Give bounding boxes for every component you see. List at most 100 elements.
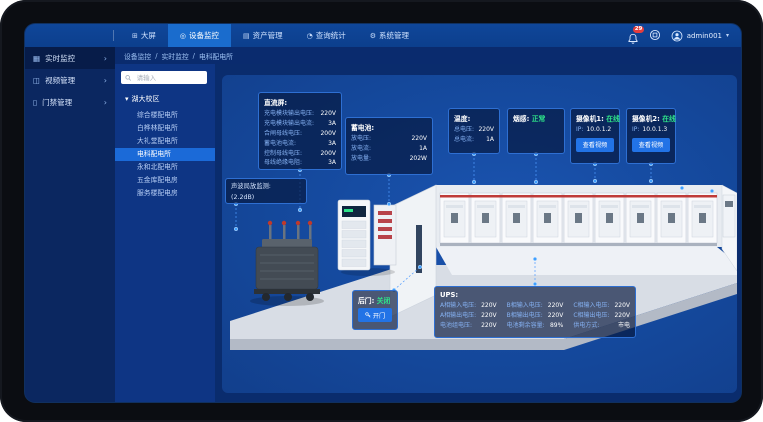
panel-title: 烟感: 正常 bbox=[513, 113, 559, 123]
sidebar-item-access-control[interactable]: ▯ 门禁管理 › bbox=[25, 91, 115, 113]
nav-tab-bigscreen[interactable]: ⊞ 大屏 bbox=[120, 24, 168, 47]
metric-value: 220V bbox=[481, 311, 497, 321]
metric-value: 202W bbox=[410, 154, 427, 164]
fullscreen-button[interactable] bbox=[649, 26, 661, 45]
nav-tab-label: 设备监控 bbox=[189, 30, 219, 41]
ups-column-b: B相输入电压:220V B相输出电压:220V 电池剩余容量:89% bbox=[507, 301, 564, 331]
nav-tab-label: 系统管理 bbox=[379, 30, 409, 41]
tree-item[interactable]: 服务楼配电房 bbox=[115, 187, 215, 200]
ip-value: 10.0.1.3 bbox=[642, 125, 667, 135]
sidebar-item-realtime-monitoring[interactable]: ▦ 实时监控 › bbox=[25, 47, 115, 69]
metric-label: 放电量: bbox=[351, 154, 371, 164]
metric-row: 充电模块输出电压:220V bbox=[264, 109, 336, 119]
metric-row: 放电流:1A bbox=[351, 144, 427, 154]
view-video-button[interactable]: 查看视频 bbox=[576, 138, 614, 152]
metric-row: 电池组电压:220V bbox=[440, 321, 497, 331]
metric-value: 200V bbox=[320, 129, 336, 139]
metric-label: 供电方式: bbox=[573, 321, 599, 331]
tree-item[interactable]: 五金库配电房 bbox=[115, 174, 215, 187]
door-label: 后门: bbox=[358, 297, 374, 305]
panel-title: UPS: bbox=[440, 291, 630, 299]
key-icon bbox=[365, 312, 371, 318]
monitor-icon: ◎ bbox=[180, 32, 186, 40]
user-menu[interactable]: admin001 ▾ bbox=[671, 30, 729, 42]
metric-row: 充电模块输出电流:3A bbox=[264, 119, 336, 129]
tree-root-campus[interactable]: ▾ 湖大校区 bbox=[115, 90, 215, 109]
breadcrumb-item[interactable]: 实时监控 bbox=[161, 51, 188, 61]
metric-label: B相输入电压: bbox=[507, 301, 543, 311]
nav-tab-system-management[interactable]: ⚙ 系统管理 bbox=[358, 24, 421, 47]
metric-row: 总电流:1A bbox=[454, 135, 494, 145]
metric-value: 220V bbox=[548, 311, 564, 321]
topbar-divider bbox=[113, 30, 114, 41]
metric-row: 放电压:220V bbox=[351, 134, 427, 144]
breadcrumb-separator: / bbox=[155, 52, 157, 60]
chevron-right-icon: › bbox=[104, 54, 107, 63]
tree-item[interactable]: 综合楼配电所 bbox=[115, 109, 215, 122]
camera1-panel: 摄像机1: 在线 IP: 10.0.1.2 查看视频 bbox=[570, 108, 620, 164]
realtime-monitor-icon: ▦ bbox=[33, 54, 40, 63]
user-name: admin001 bbox=[687, 32, 722, 40]
station-tree: ▾ 湖大校区 综合楼配电所 白桦林配电所 大礼堂配电所 电科配电所 永和北配电所… bbox=[115, 90, 215, 200]
bigscreen-icon: ⊞ bbox=[132, 32, 138, 40]
video-icon: ◫ bbox=[33, 76, 40, 85]
ups-column-c: C相输入电压:220V C相输出电压:220V 供电方式:市电 bbox=[573, 301, 630, 331]
metric-label: 电池剩余容量: bbox=[507, 321, 545, 331]
metric-value: 3A bbox=[328, 139, 336, 149]
search-input[interactable] bbox=[135, 73, 203, 83]
metric-label: 充电模块输出电压: bbox=[264, 109, 314, 119]
metric-value: 220V bbox=[481, 301, 497, 311]
smoke-sensor-panel: 烟感: 正常 bbox=[507, 108, 565, 154]
tree-item[interactable]: 大礼堂配电所 bbox=[115, 135, 215, 148]
panel-title: 摄像机2: 在线 bbox=[632, 113, 670, 123]
metric-row: 控制母线电压:200V bbox=[264, 149, 336, 159]
tree-search-box bbox=[121, 71, 207, 84]
topbar-actions: 29 admin001 ▾ bbox=[627, 24, 729, 47]
metric-row: B相输入电压:220V bbox=[507, 301, 564, 311]
tree-item[interactable]: 永和北配电所 bbox=[115, 161, 215, 174]
panel-title: 温度: bbox=[454, 113, 494, 123]
metric-label: 总电压: bbox=[454, 125, 474, 135]
sidebar-item-label: 视频管理 bbox=[45, 75, 75, 86]
tree-item[interactable]: 白桦林配电所 bbox=[115, 122, 215, 135]
door-panel: 后门: 关闭 开门 bbox=[352, 290, 398, 330]
metric-row: 合闸母线电压:200V bbox=[264, 129, 336, 139]
breadcrumb-item[interactable]: 设备监控 bbox=[124, 51, 151, 61]
metric-label: 放电流: bbox=[351, 144, 371, 154]
tree-item-selected[interactable]: 电科配电所 bbox=[115, 148, 215, 161]
metric-label: A相输出电压: bbox=[440, 311, 476, 321]
panel-title: 后门: 关闭 bbox=[358, 295, 392, 305]
ups-grid: A相输入电压:220V A相输出电压:220V 电池组电压:220V B相输入电… bbox=[440, 301, 630, 331]
nav-tab-label: 查询统计 bbox=[316, 30, 346, 41]
chevron-right-icon: › bbox=[104, 98, 107, 107]
fullscreen-icon bbox=[649, 29, 661, 41]
nav-tab-asset-management[interactable]: ▤ 资产管理 bbox=[231, 24, 295, 47]
sidebar-item-label: 实时监控 bbox=[45, 53, 75, 64]
open-door-button[interactable]: 开门 bbox=[358, 308, 392, 322]
metric-value: 市电 bbox=[618, 321, 630, 331]
dc-screen-panel: 直流屏: 充电模块输出电压:220V 充电模块输出电流:3A 合闸母线电压:20… bbox=[258, 92, 342, 170]
bell-icon bbox=[627, 33, 639, 45]
metric-value: 200V bbox=[320, 149, 336, 159]
transformer bbox=[250, 221, 324, 306]
metric-value: 1A bbox=[486, 135, 494, 145]
acoustic-monitor-panel: 声波局放监测: (2.2dB) bbox=[225, 178, 307, 204]
nav-tab-label: 大屏 bbox=[141, 30, 156, 41]
metric-label: 放电压: bbox=[351, 134, 371, 144]
camera1-label: 摄像机1: bbox=[576, 115, 604, 123]
tree-root-label: 湖大校区 bbox=[132, 94, 160, 104]
nav-tab-query-statistics[interactable]: ◔ 查询统计 bbox=[295, 24, 358, 47]
view-video-button[interactable]: 查看视频 bbox=[632, 138, 670, 152]
sidebar-item-video-management[interactable]: ◫ 视频管理 › bbox=[25, 69, 115, 91]
camera1-status: 在线 bbox=[606, 115, 620, 123]
breadcrumb-item-current: 电科配电所 bbox=[199, 51, 233, 61]
metric-label: 母线绝缘电阻: bbox=[264, 158, 302, 168]
camera2-status: 在线 bbox=[662, 115, 676, 123]
metric-row: 放电量: 202W bbox=[351, 154, 427, 164]
metric-value: 3A bbox=[328, 119, 336, 129]
nav-tab-device-monitoring[interactable]: ◎ 设备监控 bbox=[168, 24, 231, 47]
gear-icon: ⚙ bbox=[370, 32, 376, 40]
notifications-button[interactable]: 29 bbox=[627, 30, 639, 42]
metric-value: 220V bbox=[614, 301, 630, 311]
ups-column-a: A相输入电压:220V A相输出电压:220V 电池组电压:220V bbox=[440, 301, 497, 331]
